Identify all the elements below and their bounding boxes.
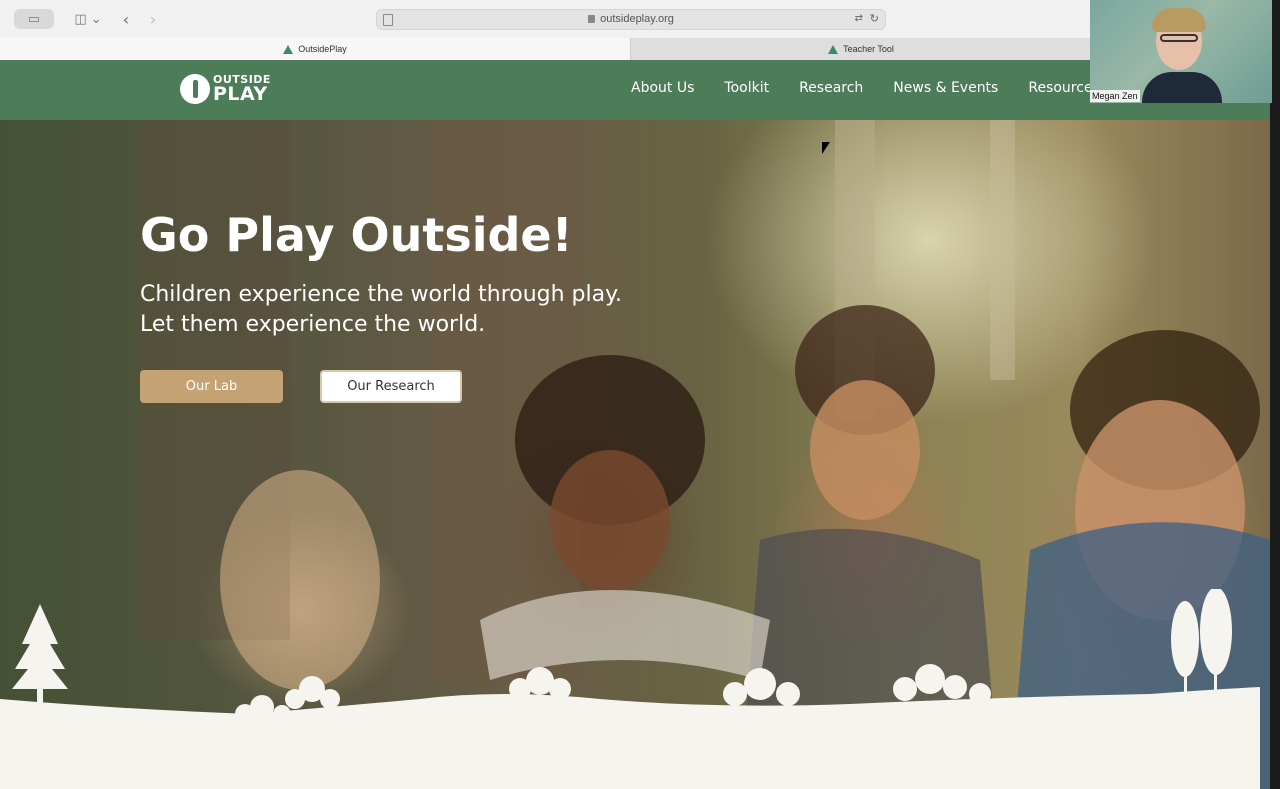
url-text: outsideplay.org [377,13,885,25]
nav-about-us[interactable]: About Us [631,80,694,96]
nav-research[interactable]: Research [799,80,863,96]
lock-icon [588,15,596,23]
logo-text-bottom: PLAY [213,83,268,105]
participant-glasses [1160,34,1198,42]
translate-icon[interactable]: ⇄ [855,13,863,24]
hero-section: Go Play Outside! Children experience the… [0,120,1270,789]
browser-chrome: ▭ ◫ ⌄ ‹ › outsideplay.org ⇄ ↻ OutsidePla… [0,0,1091,60]
participant-hair [1152,8,1206,32]
participant-name: Megan Zen [1090,90,1140,102]
logo-mark-icon [180,74,210,104]
favicon-icon [828,44,839,54]
hero-subtitle: Children experience the world through pl… [140,282,622,337]
forward-button[interactable]: › [145,9,161,29]
sidebar-icon[interactable]: ◫ ⌄ [70,9,106,29]
browser-toolbar: ▭ ◫ ⌄ ‹ › outsideplay.org ⇄ ↻ [0,0,1090,38]
participant-body [1142,72,1222,103]
main-nav: About Us Toolkit Research News & Events … [631,80,1100,96]
site-logo[interactable]: OUTSIDE PLAY [180,73,271,105]
video-call-overlay[interactable]: Megan Zen [1090,0,1272,103]
site-header: OUTSIDE PLAY About Us Toolkit Research N… [0,60,1270,120]
url-label: outsideplay.org [600,13,674,25]
our-research-button[interactable]: Our Research [320,370,462,403]
hills-decoration [0,589,1260,789]
tab-overview-button[interactable]: ▭ [14,9,54,29]
tab-outsideplay[interactable]: OutsidePlay [0,38,630,60]
address-bar[interactable]: outsideplay.org ⇄ ↻ [376,9,886,30]
nav-news-events[interactable]: News & Events [893,80,998,96]
our-lab-button[interactable]: Our Lab [140,370,283,403]
nav-toolkit[interactable]: Toolkit [724,80,769,96]
mouse-cursor-icon [822,142,830,154]
hero-title: Go Play Outside! [140,208,573,262]
reload-icon[interactable]: ↻ [870,12,879,25]
tab-label: Teacher Tool [843,44,894,54]
favicon-icon [283,44,294,54]
screen-border [1270,103,1280,789]
logo-text: OUTSIDE PLAY [213,74,271,104]
back-button[interactable]: ‹ [118,9,134,29]
tab-bar: OutsidePlay Teacher Tool [0,38,1091,60]
tab-teacher-tool[interactable]: Teacher Tool [630,38,1091,60]
tab-label: OutsidePlay [298,44,347,54]
